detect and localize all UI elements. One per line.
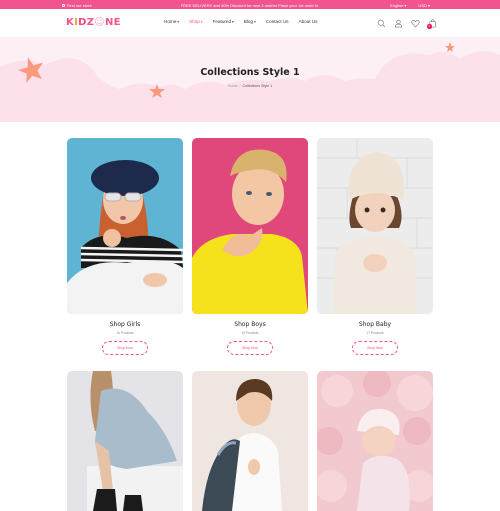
product-count: 16 Products <box>116 331 134 335</box>
breadcrumb-separator: / <box>239 84 241 88</box>
collection-image[interactable] <box>317 371 433 511</box>
cart-icon[interactable]: 1 <box>427 19 437 29</box>
nav-item-label: Home <box>164 19 177 24</box>
logo-letter: K <box>66 17 75 28</box>
product-count: 15 Products <box>241 331 259 335</box>
collection-image-boys[interactable] <box>192 138 308 314</box>
star-decoration <box>445 42 455 52</box>
nav-item-featured[interactable]: Featured ▾ <box>213 19 234 24</box>
logo-letter: Z <box>86 17 95 28</box>
cloud-background <box>0 42 500 122</box>
collection-card <box>192 371 308 511</box>
shop-now-button[interactable]: Shop Now <box>102 341 148 355</box>
collection-name[interactable]: Shop Girls <box>67 321 183 328</box>
logo-letter: ☺ <box>94 17 105 28</box>
product-count: 17 Products <box>366 331 384 335</box>
collection-card <box>67 371 183 511</box>
nav-item-label: About Us <box>298 19 318 24</box>
shop-now-button[interactable]: Shop Now <box>227 341 273 355</box>
shop-now-button[interactable]: Shop Now <box>352 341 398 355</box>
nav-item-about-us[interactable]: About Us <box>299 19 318 24</box>
site-header: KIDZ☺NE Home ▾ Shop ▾ Featured ▾ Blog ▾ Cont… <box>0 9 500 37</box>
collection-name[interactable]: Shop Baby <box>317 321 433 328</box>
wishlist-icon[interactable] <box>411 19 420 28</box>
nav-item-label: Contact Us <box>265 19 289 24</box>
collection-card <box>317 371 433 511</box>
collection-name[interactable]: Shop Boys <box>192 321 308 328</box>
logo-letter: N <box>105 17 114 28</box>
logo-letter: D <box>78 17 87 28</box>
nav-item-contact-us[interactable]: Contact Us <box>266 19 289 24</box>
nav-item-home[interactable]: Home ▾ <box>164 19 179 24</box>
logo-letter: E <box>113 17 121 28</box>
chevron-down-icon: ▾ <box>231 20 234 24</box>
chevron-down-icon: ▾ <box>176 20 180 24</box>
chevron-down-icon: ▾ <box>253 20 256 24</box>
collection-card-baby: Shop Baby 17 Products Shop Now <box>317 138 433 355</box>
breadcrumb-current: Collections Style 1 <box>242 84 273 88</box>
breadcrumb: Home / Collections Style 1 <box>0 84 500 88</box>
nav-item-label: Featured <box>212 19 232 24</box>
chevron-down-icon: ▾ <box>199 20 203 24</box>
collection-image[interactable] <box>192 371 308 511</box>
page-title-banner: Collections Style 1 Home / Collections Sty… <box>0 37 500 122</box>
collection-image[interactable] <box>67 371 183 511</box>
page-title: Collections Style 1 <box>200 67 300 78</box>
nav-item-label: Shop <box>189 19 200 24</box>
collection-image-girls[interactable] <box>67 138 183 314</box>
main-nav: Home ▾ Shop ▾ Featured ▾ Blog ▾ Contact Us Ab… <box>164 19 317 24</box>
cart-count-badge: 1 <box>427 24 432 29</box>
currency-select[interactable]: USD ▾ <box>418 3 430 8</box>
collection-image-baby[interactable] <box>317 138 433 314</box>
collection-card-boys: Shop Boys 15 Products Shop Now <box>192 138 308 355</box>
account-icon[interactable] <box>394 19 403 28</box>
collection-card-girls: Shop Girls 16 Products Shop Now <box>67 138 183 355</box>
language-select[interactable]: English ▾ <box>390 3 406 8</box>
kidzone-logo[interactable]: KIDZ☺NE <box>66 17 121 28</box>
breadcrumb-home[interactable]: Home <box>228 84 238 88</box>
nav-item-blog[interactable]: Blog ▾ <box>244 19 256 24</box>
nav-item-shop[interactable]: Shop ▾ <box>189 19 203 24</box>
search-icon[interactable] <box>377 19 386 28</box>
announcement-bar: Find our store FREE DELIVERY and 40% Dis… <box>0 0 500 9</box>
nav-item-label: Blog <box>243 19 254 24</box>
